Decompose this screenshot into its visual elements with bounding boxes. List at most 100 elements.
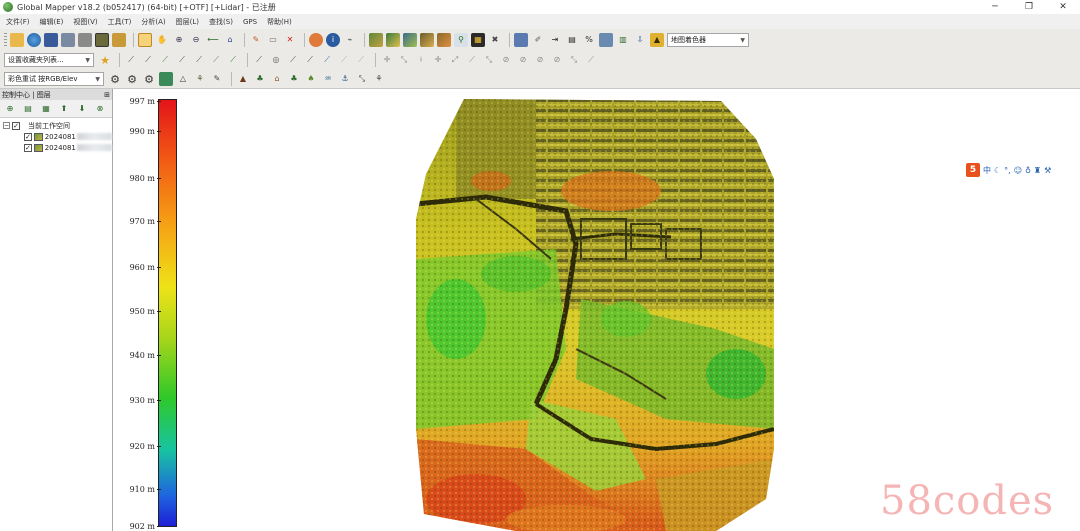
line-tool-icon-3[interactable]: ⟋ — [158, 53, 172, 67]
draw-line-icon[interactable]: ⟋ — [252, 53, 266, 67]
zoom-in-icon[interactable]: ⊕ — [172, 33, 186, 47]
vertex-tool-icon-12[interactable]: ⟋ — [584, 53, 598, 67]
minimize-button[interactable]: ─ — [978, 0, 1012, 14]
layer-down-icon[interactable]: ⬇ — [75, 102, 89, 116]
draw-line-icon-3[interactable]: ⟋ — [303, 53, 317, 67]
vertex-tool-icon-7[interactable]: ⊘ — [499, 53, 513, 67]
export-icon[interactable]: ⇩ — [633, 33, 647, 47]
vertex-tool-icon-3[interactable]: ✛ — [431, 53, 445, 67]
table-icon[interactable] — [599, 33, 613, 47]
vertex-tool-icon-5[interactable]: ⟋ — [465, 53, 479, 67]
punctuation-icon[interactable]: °, — [1004, 166, 1011, 175]
filter-icon[interactable]: ⚘ — [193, 72, 207, 86]
digitizer-cursor-icon[interactable] — [138, 33, 152, 47]
line-tool-icon-6[interactable]: ⟋ — [209, 53, 223, 67]
lidar-select-icon[interactable]: ⤡ — [355, 72, 369, 86]
contour-icon[interactable] — [420, 33, 434, 47]
eraser-icon[interactable]: ▭ — [266, 33, 280, 47]
draw-line-icon-4[interactable]: ⟋ — [320, 53, 334, 67]
moon-icon[interactable]: ☾ — [994, 166, 1001, 175]
maximize-button[interactable]: ❐ — [1012, 0, 1046, 14]
lidar-classify-icon[interactable]: ⚓ — [338, 72, 352, 86]
measure-icon[interactable] — [309, 33, 323, 47]
map-layout-icon[interactable] — [112, 33, 126, 47]
map-view[interactable]: 5 中 ☾ °, ☺ ♁ ♜ ⚒ — [186, 89, 1080, 531]
draw-line-icon-2[interactable]: ⟋ — [286, 53, 300, 67]
pan-hand-icon[interactable]: ✋ — [155, 33, 169, 47]
circle-tool-icon[interactable]: ◎ — [269, 53, 283, 67]
percent-icon[interactable]: % — [582, 33, 596, 47]
collapse-icon[interactable]: − — [3, 122, 10, 129]
workspace-checkbox[interactable]: ✓ — [12, 121, 20, 130]
menu-analysis[interactable]: 分析(A) — [141, 17, 165, 27]
menu-gps[interactable]: GPS — [243, 18, 257, 26]
volume-icon[interactable] — [437, 33, 451, 47]
ime-toolbar[interactable]: 5 中 ☾ °, ☺ ♁ ♜ ⚒ — [966, 162, 1055, 178]
settings-wrench-icon[interactable]: ⚒ — [1044, 166, 1051, 175]
info-icon[interactable]: i — [326, 33, 340, 47]
lidar-icon[interactable]: ▦ — [471, 33, 485, 47]
vertex-tool-icon-8[interactable]: ⊘ — [516, 53, 530, 67]
brush-icon[interactable]: ✎ — [210, 72, 224, 86]
workspace-row[interactable]: − ✓ 当前工作空间 — [0, 120, 112, 131]
draw-line-icon-5[interactable]: ⟋ — [337, 53, 351, 67]
menu-file[interactable]: 文件(F) — [6, 17, 30, 27]
emoji-icon[interactable]: ☺ — [1014, 166, 1022, 175]
layer-zoom-icon[interactable]: ⊕ — [3, 102, 17, 116]
zoom-out-icon[interactable]: ⊖ — [189, 33, 203, 47]
line-tool-icon-7[interactable]: ⟋ — [226, 53, 240, 67]
menu-tools[interactable]: 工具(T) — [108, 17, 132, 27]
3d-view-icon[interactable] — [386, 33, 400, 47]
shader-dropdown[interactable]: 地图着色器 ▼ — [667, 33, 749, 47]
select-icon[interactable]: ⇥ — [548, 33, 562, 47]
vertex-tool-icon-4[interactable]: ⤢ — [448, 53, 462, 67]
layer-checkbox[interactable]: ✓ — [24, 132, 32, 141]
layer-metadata-icon[interactable]: ▦ — [39, 102, 53, 116]
layer-up-icon[interactable]: ⬆ — [57, 102, 71, 116]
line-tool-icon-5[interactable]: ⟋ — [192, 53, 206, 67]
menu-help[interactable]: 帮助(H) — [267, 17, 292, 27]
toolbar-grip[interactable] — [4, 33, 7, 47]
tools-cross-icon[interactable]: ✖ — [488, 33, 502, 47]
config-icon[interactable] — [95, 33, 109, 47]
menu-layer[interactable]: 图层(L) — [176, 17, 199, 27]
vertex-tool-icon[interactable]: ⤡ — [397, 53, 411, 67]
open-folder-icon[interactable] — [10, 33, 24, 47]
gear-icon-2[interactable]: ⚙ — [125, 72, 139, 86]
feature-edit-icon[interactable]: ✐ — [531, 33, 545, 47]
line-tool-icon[interactable]: ⟋ — [124, 53, 138, 67]
back-arrow-icon[interactable]: ⟵ — [206, 33, 220, 47]
layer-options-icon[interactable]: ▤ — [21, 102, 35, 116]
shirt-icon[interactable]: ♜ — [1034, 166, 1041, 175]
terrain-view-icon[interactable] — [369, 33, 383, 47]
menu-view[interactable]: 视图(V) — [73, 17, 97, 27]
warning-triangle-icon[interactable]: △ — [176, 72, 190, 86]
save-icon[interactable] — [44, 33, 58, 47]
vertex-tool-icon-6[interactable]: ⤡ — [482, 53, 496, 67]
layer-close-icon[interactable]: ⊗ — [93, 102, 107, 116]
menu-edit[interactable]: 编辑(E) — [40, 17, 64, 27]
pin-icon[interactable]: ⊞ — [104, 91, 112, 99]
star-icon[interactable]: ★ — [98, 53, 112, 67]
lidar-tree-icon[interactable]: ♣ — [253, 72, 267, 86]
vertex-tool-icon-10[interactable]: ⊘ — [550, 53, 564, 67]
chart-icon[interactable]: ▥ — [616, 33, 630, 47]
line-tool-icon-2[interactable]: ⟋ — [141, 53, 155, 67]
vertex-move-icon[interactable]: ✛ — [380, 53, 394, 67]
gear-icon[interactable]: ⚙ — [108, 72, 122, 86]
globe-icon[interactable] — [27, 33, 41, 47]
menu-search[interactable]: 查找(S) — [209, 17, 233, 27]
wrench-icon[interactable] — [78, 33, 92, 47]
lidar-filter-icon[interactable]: ⚘ — [372, 72, 386, 86]
gear-icon-3[interactable]: ⚙ — [142, 72, 156, 86]
pencil-icon[interactable]: ✎ — [249, 33, 263, 47]
shape-tool-icon[interactable] — [159, 72, 173, 86]
lidar-profile-icon[interactable]: ▲ — [236, 72, 250, 86]
lidar-building-icon[interactable]: ⌂ — [270, 72, 284, 86]
vertex-tool-icon-2[interactable]: ⟊ — [414, 53, 428, 67]
watershed-icon[interactable] — [403, 33, 417, 47]
shader-icon[interactable]: ▲ — [650, 33, 664, 47]
color-mode-dropdown[interactable]: 彩色重试 按RGB/Elev ▼ — [4, 72, 104, 86]
vertex-tool-icon-9[interactable]: ⊘ — [533, 53, 547, 67]
draw-line-icon-6[interactable]: ⟋ — [354, 53, 368, 67]
